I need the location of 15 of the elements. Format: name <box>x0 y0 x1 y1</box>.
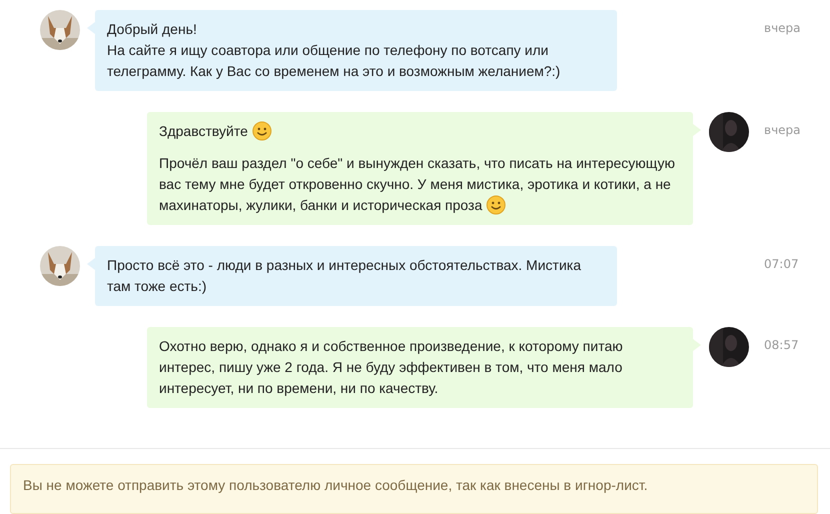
notice-text: Вы не можете отправить этому пользователю личное сообщение, так как внесены в игнор-лист. <box>10 464 818 514</box>
message-time: вчера <box>764 20 802 36</box>
message-time: вчера <box>764 122 802 138</box>
message-time: 08:57 <box>764 337 800 353</box>
message-text: Просто всё это - люди в разных и интересных обстоятельствах. Мистика там тоже есть:) <box>107 256 582 296</box>
message-text: Прочёл ваш раздел "о себе" и вынужден сказать, что писать на интересующую <box>159 154 676 173</box>
message-text: Добрый день! <box>107 20 198 39</box>
message-text: махинаторы, жулики, банки и историческая проза <box>159 197 482 213</box>
smiley-icon <box>252 121 272 141</box>
message-time: 07:07 <box>764 256 800 272</box>
message-text: вас тему мне будет откровенно скучно. У меня мистика, эротика и котики, а не <box>159 175 672 194</box>
smiley-icon <box>486 195 506 215</box>
message-text: На сайте я ищу соавтора или общение по телефону по вотсапу или телеграмму. Как у Вас со временем на это и возможным желанием?:) <box>107 41 562 81</box>
message-text: Здравствуйте <box>159 123 248 139</box>
message-text: Охотно верю, однако я и собственное произведение, к которому питаю интерес, пишу уже 2 года. Я не буду эффективен в том, что меня мало интересует, ни по времени, ни по качеству. <box>159 337 624 398</box>
